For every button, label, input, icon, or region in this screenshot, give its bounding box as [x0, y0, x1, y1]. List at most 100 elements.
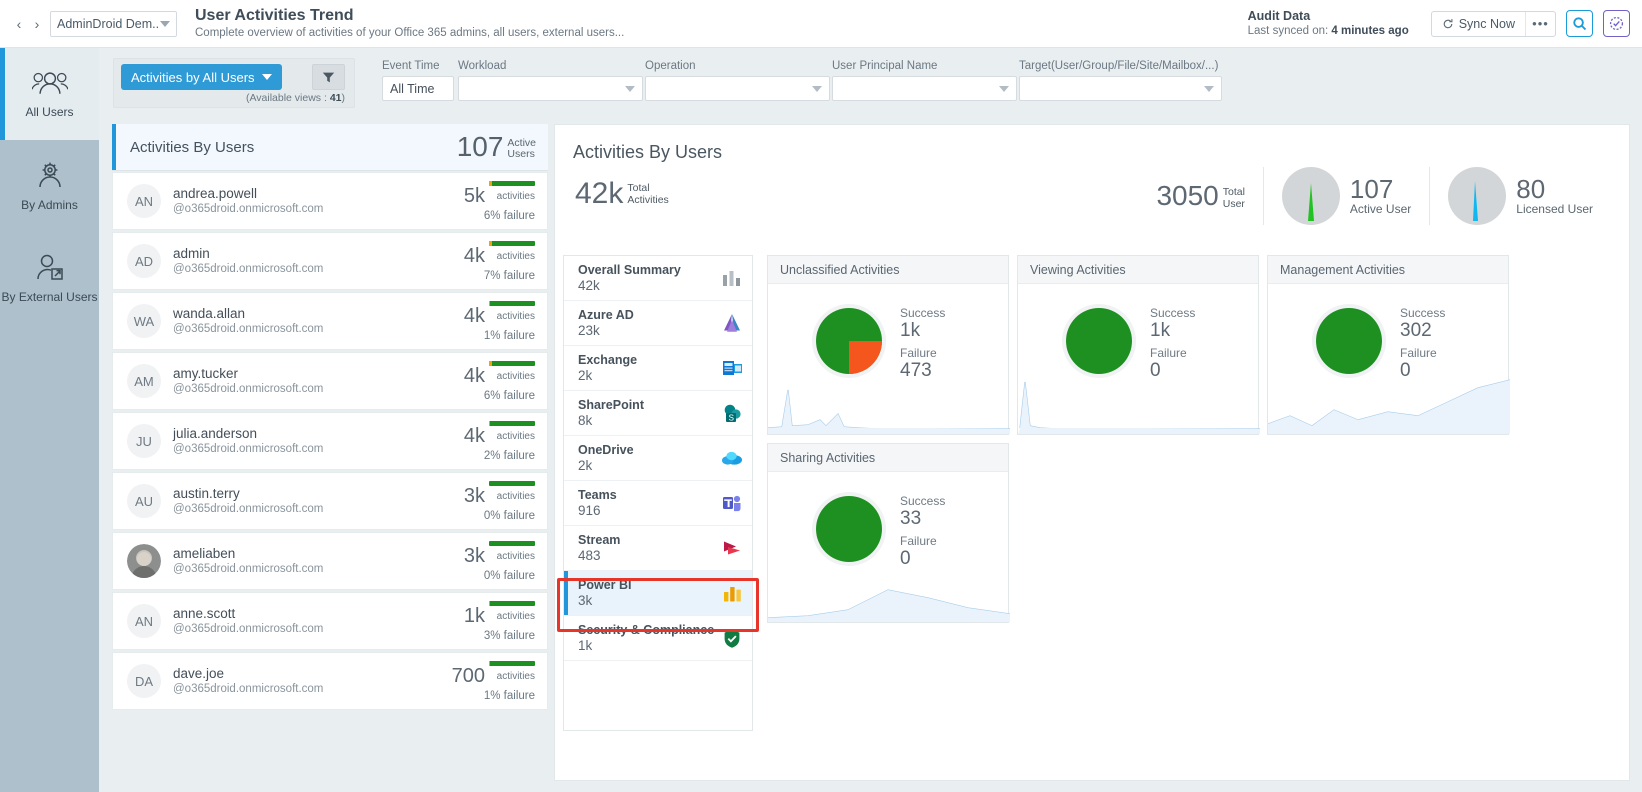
workload-item-exchange[interactable]: Exchange2k	[564, 346, 752, 391]
forward-icon[interactable]: ›	[28, 11, 46, 37]
workload-item-onedrive[interactable]: OneDrive2k	[564, 436, 752, 481]
operation-select[interactable]	[645, 76, 830, 101]
user-name: austin.terry	[173, 486, 323, 502]
success-label: Success	[1400, 306, 1445, 320]
user-activity-bar: activities	[489, 421, 535, 446]
user-failure-rate: 6% failure	[464, 390, 535, 402]
avatar: WA	[127, 304, 161, 338]
user-activity-count: 4k	[464, 426, 485, 446]
user-stats: 4kactivities6% failure	[464, 361, 535, 402]
teams-icon	[722, 493, 742, 513]
user-activity-count: 4k	[464, 306, 485, 326]
card-stats: Success302Failure0	[1400, 306, 1445, 382]
user-stats: 3kactivities0% failure	[464, 541, 535, 582]
activity-card-sharing-activities[interactable]: Sharing ActivitiesSuccess33Failure0	[767, 443, 1009, 623]
user-activity-bar: activities	[489, 301, 535, 326]
workload-name: Stream	[578, 533, 620, 548]
active-user-text: 107 Active User	[1350, 176, 1411, 216]
workload-text: Stream483	[578, 533, 620, 564]
user-list-item[interactable]: ameliaben@o365droid.onmicrosoft.com3kact…	[112, 532, 548, 590]
target-select[interactable]	[1019, 76, 1222, 101]
sidebar-item-by-external-users[interactable]: By External Users	[0, 232, 99, 324]
user-domain: @o365droid.onmicrosoft.com	[173, 202, 323, 216]
filter-bar: Activities by All Users (Available views…	[99, 48, 1642, 124]
workload-select[interactable]	[458, 76, 643, 101]
user-domain: @o365droid.onmicrosoft.com	[173, 502, 323, 516]
user-failure-rate: 6% failure	[464, 210, 535, 222]
active-users-label: Active Users	[507, 135, 536, 160]
workload-list[interactable]: Overall Summary42kAzure AD23kExchange2kS…	[563, 255, 753, 731]
workload-text: Teams916	[578, 488, 617, 519]
user-list-item[interactable]: AMamy.tucker@o365droid.onmicrosoft.com4k…	[112, 352, 548, 410]
avatar-initials: JU	[136, 434, 152, 449]
user-name: wanda.allan	[173, 306, 323, 322]
active-user-value: 107	[1350, 176, 1411, 202]
funnel-icon[interactable]	[312, 64, 345, 90]
workload-item-security-compliance[interactable]: Security & Compliance1k	[564, 616, 752, 661]
app-selector[interactable]: AdminDroid Dem...	[50, 11, 177, 37]
user-activity-count: 700	[452, 666, 485, 686]
user-list-item[interactable]: JUjulia.anderson@o365droid.onmicrosoft.c…	[112, 412, 548, 470]
sync-more-button[interactable]: •••	[1525, 12, 1555, 36]
avatar-initials: AN	[135, 614, 153, 629]
workload-item-stream[interactable]: Stream483	[564, 526, 752, 571]
workload-name: OneDrive	[578, 443, 634, 458]
sidebar-item-by-admins[interactable]: By Admins	[0, 140, 99, 232]
user-stats: 5kactivities6% failure	[464, 181, 535, 222]
avatar-initials: AU	[135, 494, 153, 509]
main-panel-title: Activities By Users	[573, 142, 722, 163]
workload-text: OneDrive2k	[578, 443, 634, 474]
workload-name: Azure AD	[578, 308, 634, 323]
card-stats: Success1kFailure473	[900, 306, 945, 382]
card-title: Unclassified Activities	[768, 256, 1008, 284]
search-icon[interactable]	[1566, 10, 1593, 37]
field-label: Operation	[645, 60, 830, 72]
bar-chart-icon	[722, 268, 742, 288]
sidebar-item-label: By External Users	[1, 291, 97, 304]
user-info: admin@o365droid.onmicrosoft.com	[173, 246, 323, 276]
workload-item-teams[interactable]: Teams916	[564, 481, 752, 526]
user-list[interactable]: ANandrea.powell@o365droid.onmicrosoft.co…	[112, 170, 548, 778]
activity-card-unclassified-activities[interactable]: Unclassified Activities Success1kFailure4…	[767, 255, 1009, 435]
activity-card-viewing-activities[interactable]: Viewing ActivitiesSuccess1kFailure0	[1017, 255, 1259, 435]
workload-item-sharepoint[interactable]: SharePoint8kS	[564, 391, 752, 436]
user-activity-bar: activities	[489, 241, 535, 266]
user-list-item[interactable]: ADadmin@o365droid.onmicrosoft.com4kactiv…	[112, 232, 548, 290]
user-name: anne.scott	[173, 606, 323, 622]
user-failure-rate: 0% failure	[464, 570, 535, 582]
check-circle-icon[interactable]	[1603, 10, 1630, 37]
activity-card-management-activities[interactable]: Management ActivitiesSuccess302Failure0	[1267, 255, 1509, 435]
chevron-down-icon	[1204, 86, 1214, 92]
success-failure-pie-chart	[1066, 308, 1132, 374]
user-activity-bar: activities	[489, 481, 535, 506]
card-body: Success1kFailure0	[1018, 284, 1258, 434]
user-principal-name-select[interactable]	[832, 76, 1017, 101]
back-icon[interactable]: ‹	[10, 11, 28, 37]
workload-item-overall-summary[interactable]: Overall Summary42k	[564, 256, 752, 301]
exchange-icon	[722, 358, 742, 378]
avatar-initials: AN	[135, 194, 153, 209]
sidebar-item-all-users[interactable]: All Users	[0, 48, 99, 140]
user-list-item[interactable]: AU austin.terry@o365droid.onmicrosoft.com…	[112, 472, 548, 530]
user-list-item[interactable]: ANanne.scott@o365droid.onmicrosoft.com1k…	[112, 592, 548, 650]
event-time-input[interactable]: All Time	[382, 76, 454, 101]
sync-group: Sync Now •••	[1431, 11, 1556, 37]
user-domain: @o365droid.onmicrosoft.com	[173, 682, 323, 696]
view-selector-button[interactable]: Activities by All Users	[121, 64, 282, 90]
user-list-item[interactable]: WAwanda.allan@o365droid.onmicrosoft.com4…	[112, 292, 548, 350]
user-domain: @o365droid.onmicrosoft.com	[173, 442, 323, 456]
licensed-user-label: Licensed User	[1516, 202, 1593, 216]
sidebar-item-label: All Users	[25, 106, 73, 119]
activities-word: activities	[497, 191, 535, 202]
audit-title: Audit Data	[1248, 9, 1409, 24]
user-list-item[interactable]: ANandrea.powell@o365droid.onmicrosoft.co…	[112, 172, 548, 230]
workload-item-azure-ad[interactable]: Azure AD23k	[564, 301, 752, 346]
user-stats: 1kactivities3% failure	[464, 601, 535, 642]
success-value: 302	[1400, 320, 1445, 342]
failure-label: Failure	[1150, 346, 1195, 360]
workload-item-power-bi[interactable]: Power BI3k	[564, 571, 752, 616]
workload-name: Power BI	[578, 578, 632, 593]
sync-now-button[interactable]: Sync Now	[1432, 12, 1525, 36]
user-list-item[interactable]: DAdave.joe@o365droid.onmicrosoft.com700a…	[112, 652, 548, 710]
available-views-count: 41	[330, 92, 342, 104]
